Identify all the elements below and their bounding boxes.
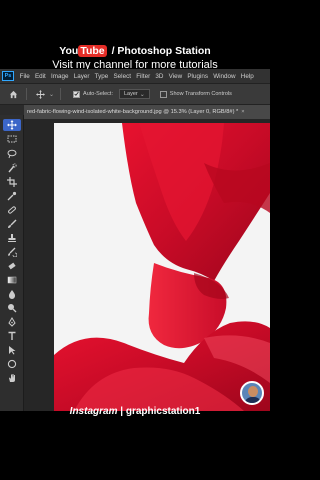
document-title: red-fabric-flowing-wind-isolated-white-b… — [27, 109, 239, 115]
lasso-tool-icon[interactable] — [3, 148, 21, 160]
chevron-down-icon[interactable]: ⌄ — [49, 91, 54, 98]
path-selection-tool-icon[interactable] — [3, 344, 21, 356]
close-icon[interactable]: × — [241, 109, 244, 115]
eraser-tool-icon[interactable] — [3, 260, 21, 272]
brush-tool-icon[interactable] — [3, 218, 21, 230]
menu-plugins[interactable]: Plugins — [185, 73, 211, 80]
menu-type[interactable]: Type — [92, 73, 111, 80]
menu-view[interactable]: View — [166, 73, 185, 80]
checkbox-checked-icon[interactable] — [73, 90, 81, 98]
marquee-tool-icon[interactable] — [3, 133, 21, 145]
auto-select-value: Layer — [124, 91, 138, 97]
canvas-area[interactable] — [24, 119, 270, 411]
checkbox-unchecked-icon[interactable] — [159, 90, 167, 98]
menu-3d[interactable]: 3D — [153, 73, 166, 80]
instagram-handle: graphicstation1 — [125, 406, 201, 417]
tools-panel — [0, 115, 24, 411]
clone-stamp-tool-icon[interactable] — [3, 232, 21, 244]
chevron-down-icon: ⌄ — [139, 91, 145, 98]
home-icon[interactable] — [6, 87, 20, 101]
avatar — [240, 381, 264, 405]
menu-select[interactable]: Select — [111, 73, 134, 80]
options-bar: ⌄ Auto-Select: Layer ⌄ Show Transform Co… — [0, 83, 270, 105]
channel-name: / Photoshop Station — [111, 45, 211, 57]
divider — [26, 88, 27, 100]
gradient-tool-icon[interactable] — [3, 274, 21, 286]
divider — [60, 88, 62, 100]
youtube-logo-you: You — [59, 45, 79, 57]
menu-image[interactable]: Image — [48, 73, 71, 80]
type-tool-icon[interactable] — [3, 330, 21, 342]
auto-select-label: Auto-Select: — [83, 91, 113, 97]
dodge-tool-icon[interactable] — [3, 302, 21, 314]
photoshop-logo: Ps — [2, 71, 14, 81]
instagram-credit: Instagram | graphicstation1 — [0, 406, 270, 417]
credit-separator: | — [120, 406, 124, 417]
crop-tool-icon[interactable] — [3, 176, 21, 188]
hand-tool-icon[interactable] — [3, 372, 21, 384]
document-tab[interactable]: red-fabric-flowing-wind-isolated-white-b… — [24, 105, 270, 119]
document-canvas[interactable] — [54, 123, 270, 411]
shape-tool-icon[interactable] — [3, 358, 21, 370]
auto-select-dropdown[interactable]: Layer ⌄ — [119, 89, 150, 99]
menu-edit[interactable]: Edit — [32, 73, 48, 80]
transform-controls-label: Show Transform Controls — [169, 91, 232, 97]
transform-controls-checkbox[interactable]: Show Transform Controls — [159, 90, 232, 98]
promo-banner: You Tube / Photoshop Station Visit my cha… — [0, 0, 270, 71]
menu-layer[interactable]: Layer — [71, 73, 92, 80]
eyedropper-tool-icon[interactable] — [3, 190, 21, 202]
red-fabric-image — [54, 123, 270, 411]
channel-title: You Tube / Photoshop Station — [0, 45, 270, 57]
youtube-logo-tube: Tube — [78, 45, 107, 57]
photoshop-window: Ps File Edit Image Layer Type Select Fil… — [0, 69, 270, 411]
blur-tool-icon[interactable] — [3, 288, 21, 300]
menu-file[interactable]: File — [17, 73, 32, 80]
spot-healing-tool-icon[interactable] — [3, 204, 21, 216]
instagram-label: Instagram — [69, 406, 118, 417]
move-tool-icon[interactable] — [3, 119, 21, 131]
move-tool-preset-icon[interactable] — [33, 87, 47, 101]
history-brush-tool-icon[interactable] — [3, 246, 21, 258]
pen-tool-icon[interactable] — [3, 316, 21, 328]
menu-window[interactable]: Window — [211, 73, 239, 80]
quick-selection-tool-icon[interactable] — [3, 162, 21, 174]
menu-filter[interactable]: Filter — [134, 73, 153, 80]
menu-help[interactable]: Help — [238, 73, 256, 80]
menu-bar: Ps File Edit Image Layer Type Select Fil… — [0, 69, 270, 83]
auto-select-checkbox[interactable]: Auto-Select: — [73, 90, 113, 98]
